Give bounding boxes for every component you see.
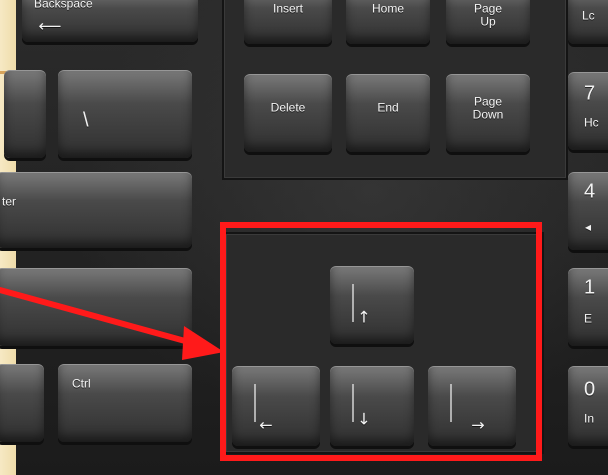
key-ctrl-label: Ctrl (72, 376, 91, 391)
arrow-keys-highlight-box (220, 222, 542, 461)
key-numpad-home-label: Hc (584, 116, 599, 131)
key-numpad-4: 4 ◂ (568, 172, 608, 250)
key-numpad-1: 1 E (568, 268, 608, 346)
key-insert-label: Insert (272, 1, 304, 16)
key-numpad-ins-label: In (584, 411, 595, 426)
key-page-up: Page Up (446, 0, 530, 44)
key-backspace: Backspace ⟵ (22, 0, 198, 42)
key-ctrl: Ctrl (58, 364, 192, 442)
key-delete-label: Delete (270, 101, 306, 116)
key-numpad-1-label: 1 (584, 276, 596, 299)
key-delete: Delete (244, 74, 332, 152)
key-numlock-partial: Lc (568, 0, 608, 44)
key-home: Home (346, 0, 430, 44)
key-page-up-label: Page Up (473, 1, 503, 28)
key-numpad-0: 0 In (568, 366, 608, 446)
key-backslash-label: \ (83, 109, 89, 132)
backspace-arrow-icon: ⟵ (38, 16, 62, 36)
key-page-down: Page Down (446, 74, 530, 152)
keyboard-photo: Backspace ⟵ \ ter Ctrl Insert Home Page … (0, 0, 608, 475)
key-home-label: Home (371, 1, 405, 16)
key-backspace-label: Backspace (34, 0, 93, 11)
numpad-left-arrow-icon: ◂ (584, 219, 592, 234)
key-numlock-label: Lc (582, 8, 595, 23)
key-backslash: \ (58, 70, 192, 158)
key-enter: ter (0, 172, 192, 248)
key-shift (0, 268, 192, 346)
key-enter-label: ter (2, 195, 17, 210)
key-numpad-7-label: 7 (584, 82, 596, 105)
key-bracket-partial (4, 70, 46, 158)
key-partial-bottom (0, 364, 44, 442)
key-numpad-4-label: 4 (584, 180, 596, 203)
key-insert: Insert (244, 0, 332, 44)
key-end: End (346, 74, 430, 152)
key-numpad-end-label: E (584, 312, 593, 327)
key-numpad-0-label: 0 (584, 378, 596, 401)
key-end-label: End (377, 101, 399, 116)
key-page-down-label: Page Down (472, 94, 504, 122)
key-numpad-7: 7 Hc (568, 72, 608, 150)
